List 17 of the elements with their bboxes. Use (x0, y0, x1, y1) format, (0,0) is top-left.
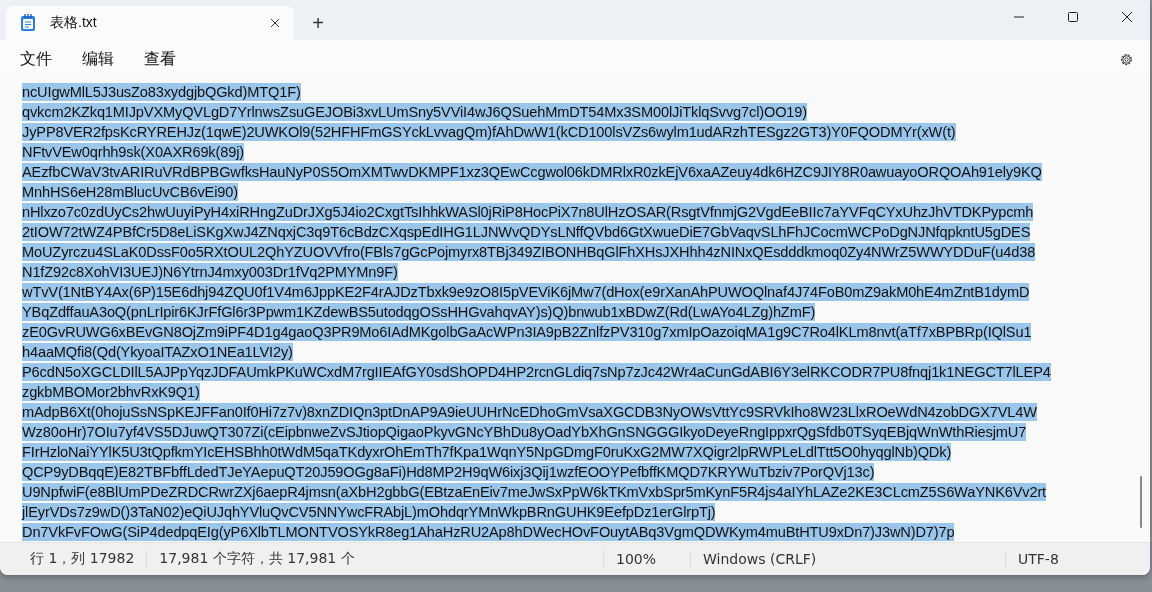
menu-item[interactable]: 文件 (20, 48, 52, 70)
file-tab[interactable]: 表格.txt (6, 6, 294, 40)
scrollbar-thumb[interactable] (1140, 476, 1142, 528)
notepad-icon (20, 14, 36, 32)
settings-icon[interactable] (1119, 51, 1134, 67)
maximize-icon[interactable] (1068, 12, 1078, 22)
status-item: 100% (604, 551, 691, 567)
menu-item[interactable]: 查看 (144, 48, 176, 70)
menu-item[interactable]: 编辑 (82, 48, 114, 70)
status-item: UTF-8 (1017, 551, 1060, 567)
close-icon[interactable] (270, 18, 280, 28)
new-tab-button[interactable]: + (300, 8, 336, 38)
close-icon[interactable] (1122, 12, 1132, 22)
status-item: 17,981 个字符，共 17,981 个 (147, 550, 604, 568)
status-item: 行 1，列 17982 (0, 550, 148, 568)
status-item: Windows (CRLF) (691, 551, 1006, 567)
tab-title: 表格.txt (50, 14, 98, 32)
